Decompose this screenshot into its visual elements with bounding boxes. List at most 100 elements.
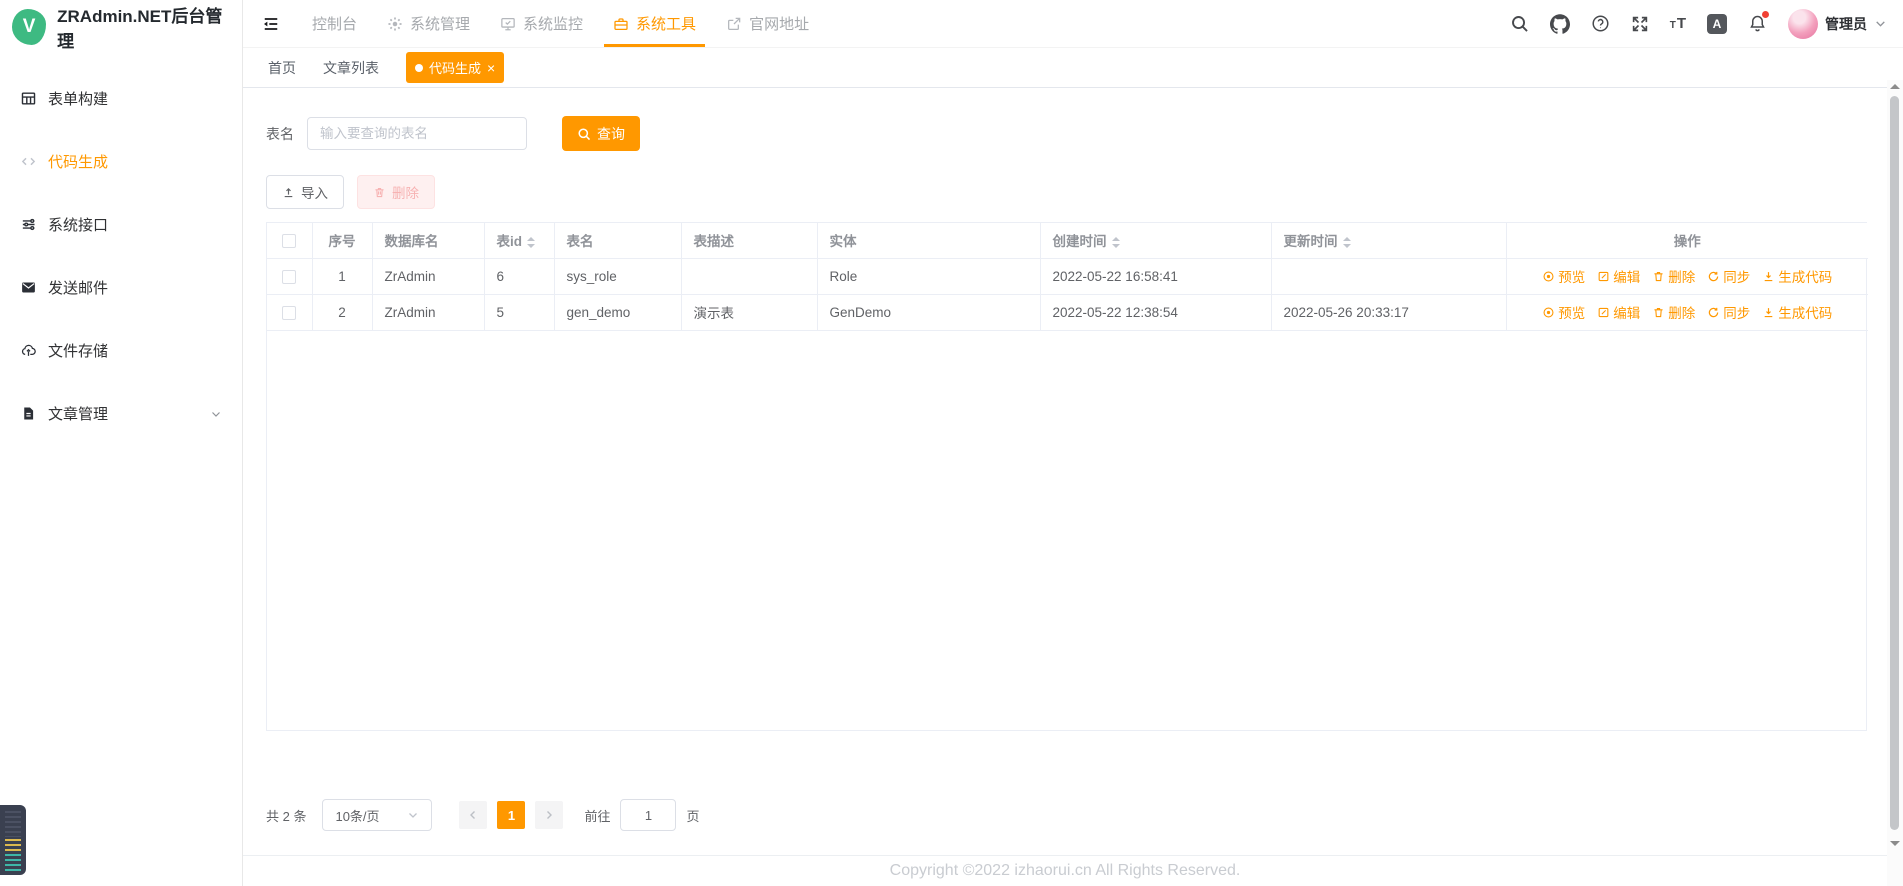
cell-table-id: 6 — [484, 258, 555, 295]
font-size-small-glyph: T — [1669, 20, 1676, 31]
col-updated-at[interactable]: 更新时间 — [1271, 223, 1507, 259]
sidebar-item-article-management[interactable]: 文章管理 — [0, 382, 242, 445]
footer: Copyright ©2022 izhaorui.cn All Rights R… — [243, 855, 1887, 886]
server-monitor-widget[interactable] — [0, 805, 26, 875]
table-row[interactable]: 2 ZrAdmin 5 gen_demo 演示表 GenDemo 2022-05… — [267, 294, 1868, 331]
select-all-checkbox[interactable] — [282, 233, 297, 248]
edit-icon — [1598, 271, 1609, 281]
action-preview[interactable]: 预览 — [1542, 302, 1585, 322]
action-edit[interactable]: 编辑 — [1597, 266, 1640, 286]
cell-description: 演示表 — [681, 294, 818, 331]
help-icon[interactable] — [1591, 14, 1610, 33]
col-created-at[interactable]: 创建时间 — [1040, 223, 1272, 259]
edit-icon — [1598, 307, 1609, 317]
action-edit[interactable]: 编辑 — [1597, 302, 1640, 322]
app-title: ZRAdmin.NET后台管理 — [57, 6, 223, 51]
nav-item-system-management[interactable]: 系统管理 — [372, 0, 485, 47]
goto-page-input[interactable] — [620, 799, 677, 831]
search-button[interactable]: 查询 — [562, 116, 640, 151]
sort-carets-icon[interactable] — [1342, 237, 1351, 249]
page-number-current[interactable]: 1 — [497, 801, 526, 829]
action-sync[interactable]: 同步 — [1707, 266, 1750, 286]
gen-table: 序号 数据库名 表id 表名 表描述 实体 创建时间 更新时间 操作 1 ZrA… — [266, 222, 1868, 731]
cell-updated-at: 2022-05-26 20:33:17 — [1271, 294, 1507, 331]
col-table-id[interactable]: 表id — [484, 223, 555, 259]
import-button[interactable]: 导入 — [266, 175, 344, 209]
sidebar-item-code-generation[interactable]: 代码生成 — [0, 130, 242, 193]
sliders-icon — [20, 216, 37, 233]
cell-entity: Role — [817, 258, 1041, 295]
nav-item-system-tools[interactable]: 系统工具 — [598, 0, 711, 47]
page-unit-label: 页 — [686, 808, 700, 824]
vertical-scrollbar[interactable] — [1887, 80, 1903, 886]
search-icon[interactable] — [1510, 14, 1529, 33]
scroll-down-icon[interactable] — [1890, 841, 1900, 846]
sidebar-item-system-api[interactable]: 系统接口 — [0, 193, 242, 256]
action-generate-code[interactable]: 生成代码 — [1762, 266, 1832, 286]
action-delete[interactable]: 删除 — [1652, 266, 1695, 286]
cell-entity: GenDemo — [817, 294, 1041, 331]
tab-article-list[interactable]: 文章列表 — [323, 58, 379, 78]
chevron-right-icon — [547, 811, 553, 819]
action-generate-code[interactable]: 生成代码 — [1762, 302, 1832, 322]
sync-icon — [1709, 271, 1719, 281]
cloud-upload-icon — [20, 342, 37, 359]
action-label: 删除 — [1668, 270, 1696, 285]
col-label: 创建时间 — [1052, 234, 1107, 250]
action-label: 编辑 — [1613, 270, 1641, 285]
import-button-label: 导入 — [301, 186, 328, 201]
fullscreen-icon[interactable] — [1631, 15, 1649, 33]
cell-table-id: 5 — [484, 294, 555, 331]
sidebar-item-file-storage[interactable]: 文件存储 — [0, 319, 242, 382]
filter-row: 表名 查询 — [266, 116, 1887, 151]
font-size-icon[interactable]: TT — [1670, 16, 1686, 31]
user-menu[interactable]: 管理员 — [1788, 8, 1887, 39]
sidebar-item-send-mail[interactable]: 发送邮件 — [0, 256, 242, 319]
delete-button[interactable]: 删除 — [357, 175, 435, 209]
chevron-down-icon — [1874, 17, 1887, 30]
select-all-cell — [267, 223, 313, 259]
sort-carets-icon[interactable] — [1111, 237, 1120, 249]
action-label: 预览 — [1558, 306, 1586, 321]
download-icon — [1764, 271, 1773, 281]
row-checkbox[interactable] — [282, 305, 297, 320]
external-link-icon — [726, 16, 742, 32]
cell-db-name: ZrAdmin — [372, 294, 485, 331]
close-icon[interactable]: × — [487, 61, 495, 75]
table-name-label: 表名 — [266, 125, 294, 142]
sort-carets-icon[interactable] — [527, 237, 535, 249]
trash-icon — [375, 187, 384, 197]
nav-item-system-monitor[interactable]: 系统监控 — [485, 0, 598, 47]
table-name-input[interactable] — [307, 117, 527, 150]
table-row[interactable]: 1 ZrAdmin 6 sys_role Role 2022-05-22 16:… — [267, 258, 1868, 295]
sidebar-item-form-builder[interactable]: 表单构建 — [0, 67, 242, 130]
tab-code-generation[interactable]: 代码生成 × — [406, 52, 505, 83]
nav-item-official-site[interactable]: 官网地址 — [711, 0, 824, 47]
app-logo-row[interactable]: V ZRAdmin.NET后台管理 — [0, 0, 242, 53]
sidebar-item-label: 表单构建 — [48, 91, 109, 108]
scrollbar-thumb[interactable] — [1890, 96, 1899, 830]
goto-label: 前往 — [584, 808, 611, 824]
action-sync[interactable]: 同步 — [1707, 302, 1750, 322]
sync-icon — [1709, 307, 1719, 317]
sidebar-collapse-icon[interactable] — [261, 14, 281, 34]
bell-icon[interactable] — [1748, 11, 1769, 33]
sidebar-item-label: 文件存储 — [48, 343, 109, 360]
tab-home[interactable]: 首页 — [268, 58, 296, 78]
translate-icon[interactable]: A — [1707, 13, 1727, 34]
page-size-select[interactable]: 10条/页 — [322, 799, 433, 831]
prev-page-button[interactable] — [459, 801, 488, 829]
next-page-button[interactable] — [535, 801, 564, 829]
action-preview[interactable]: 预览 — [1542, 266, 1585, 286]
widget-stripes-teal — [5, 854, 21, 871]
row-checkbox[interactable] — [282, 269, 297, 284]
col-label: 表id — [496, 234, 523, 250]
search-icon — [578, 127, 591, 140]
scroll-up-icon[interactable] — [1890, 84, 1900, 89]
nav-item-console[interactable]: 控制台 — [297, 0, 372, 47]
widget-stripes-yellow — [5, 839, 21, 854]
github-icon[interactable] — [1549, 13, 1570, 34]
cell-seq: 2 — [312, 294, 373, 331]
action-delete[interactable]: 删除 — [1652, 302, 1695, 322]
page-size-value: 10条/页 — [335, 808, 380, 824]
